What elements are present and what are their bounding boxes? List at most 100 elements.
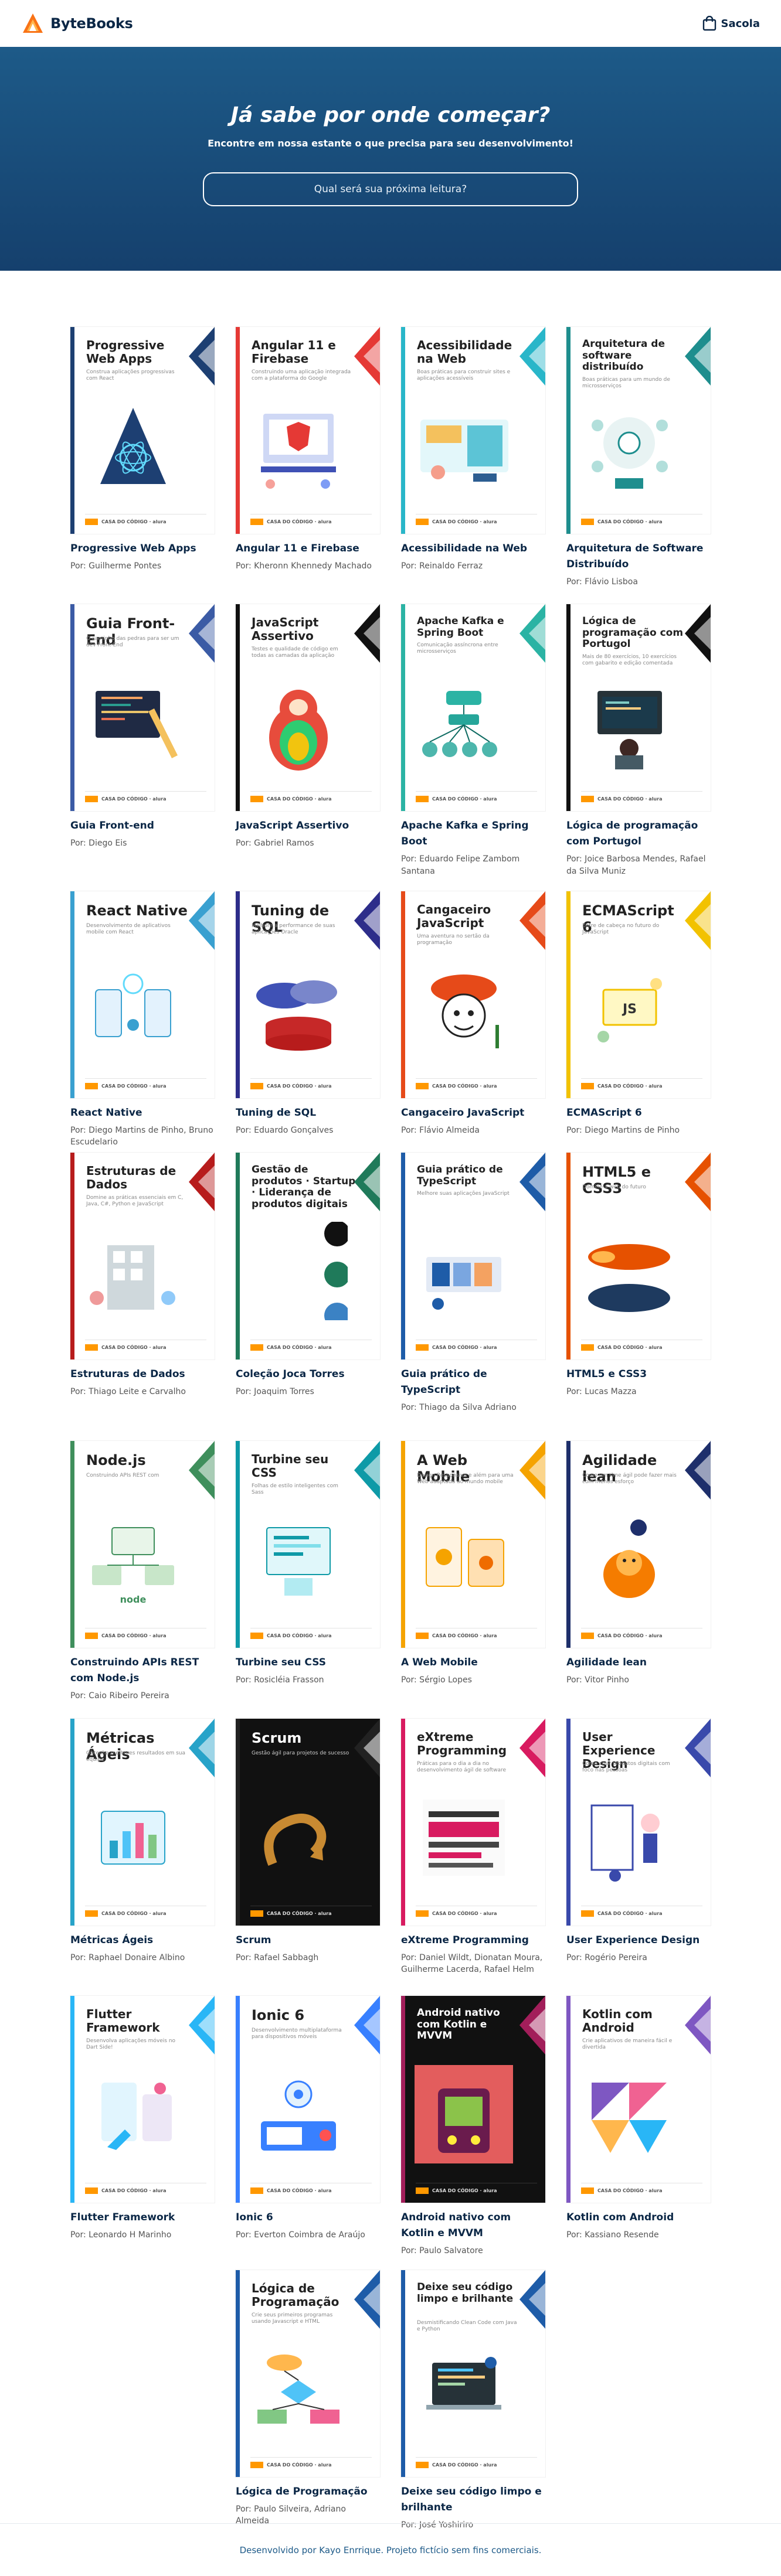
book-title[interactable]: Métricas Ágeis (70, 1933, 215, 1948)
cover-illustration (101, 1811, 165, 1865)
book-card[interactable]: Acessibilidade na Web Boas práticas para… (401, 327, 545, 604)
book-cover[interactable]: Turbine seu CSS Folhas de estilo intelig… (236, 1441, 380, 1648)
book-card[interactable]: Lógica de Programação Crie seus primeiro… (236, 2270, 380, 2546)
book-card[interactable]: Arquitetura de software distribuído Boas… (566, 327, 711, 604)
book-card[interactable]: Cangaceiro JavaScript Uma aventura no se… (401, 891, 545, 1153)
book-title[interactable]: Apache Kafka e Spring Boot (401, 818, 545, 850)
book-title[interactable]: ECMAScript 6 (566, 1105, 711, 1121)
book-card[interactable]: ECMAScript 6 Entre de cabeça no futuro d… (566, 891, 711, 1153)
cover-publisher: CASA DO CÓDIGO · alura (581, 1628, 702, 1640)
book-title[interactable]: Android nativo com Kotlin e MVVM (401, 2210, 545, 2241)
book-title[interactable]: Construindo APIs REST com Node.js (70, 1655, 215, 1686)
book-card[interactable]: Android nativo com Kotlin e MVVM CASA DO… (401, 1996, 545, 2270)
book-card[interactable]: Tuning de SQL Melhore a performance de s… (236, 891, 380, 1153)
book-card[interactable]: Lógica de programação com Portugol Mais … (566, 604, 711, 891)
book-card[interactable]: Agilidade lean Como um time ágil pode fa… (566, 1441, 711, 1719)
book-title[interactable]: Lógica de Programação (236, 2484, 380, 2500)
book-title[interactable]: Progressive Web Apps (70, 541, 215, 557)
book-cover[interactable]: Métricas Ágeis Obtenha melhores resultad… (70, 1719, 215, 1926)
book-title[interactable]: Lógica de programação com Portugol (566, 818, 711, 850)
book-card[interactable]: A Web Mobile Design Responsivo e além pa… (401, 1441, 545, 1719)
book-title[interactable]: Flutter Framework (70, 2210, 215, 2226)
book-title[interactable]: Coleção Joca Torres (236, 1367, 380, 1382)
book-title[interactable]: Scrum (236, 1933, 380, 1948)
book-card[interactable]: User Experience Design Como criar produt… (566, 1719, 711, 1996)
book-title[interactable]: HTML5 e CSS3 (566, 1367, 711, 1382)
book-card[interactable]: Métricas Ágeis Obtenha melhores resultad… (70, 1719, 215, 1996)
book-card[interactable]: React Native Desenvolvimento de aplicati… (70, 891, 215, 1153)
publisher-label: CASA DO CÓDIGO · alura (267, 1345, 332, 1350)
book-title[interactable]: Kotlin com Android (566, 2210, 711, 2226)
book-card[interactable]: Estruturas de Dados Domine as práticas e… (70, 1153, 215, 1441)
book-cover[interactable]: Cangaceiro JavaScript Uma aventura no se… (401, 891, 545, 1098)
book-card[interactable]: Flutter Framework Desenvolva aplicações … (70, 1996, 215, 2270)
book-card[interactable]: Guia prático de TypeScript Melhore suas … (401, 1153, 545, 1441)
book-card[interactable]: Angular 11 e Firebase Construindo uma ap… (236, 327, 380, 604)
book-card[interactable]: Deixe seu código limpo e brilhante Desmi… (401, 2270, 545, 2546)
book-cover[interactable]: Angular 11 e Firebase Construindo uma ap… (236, 327, 380, 534)
book-title[interactable]: A Web Mobile (401, 1655, 545, 1671)
book-title[interactable]: React Native (70, 1105, 215, 1121)
book-title[interactable]: Cangaceiro JavaScript (401, 1105, 545, 1121)
top-header: ByteBooks Sacola (0, 0, 781, 47)
book-cover[interactable]: Flutter Framework Desenvolva aplicações … (70, 1996, 215, 2203)
brand[interactable]: ByteBooks (21, 12, 133, 35)
book-card[interactable]: Kotlin com Android Crie aplicativos de m… (566, 1996, 711, 2270)
book-cover[interactable]: JavaScript Assertivo Testes e qualidade … (236, 604, 380, 811)
book-title[interactable]: Estruturas de Dados (70, 1367, 215, 1382)
book-cover[interactable]: ECMAScript 6 Entre de cabeça no futuro d… (566, 891, 711, 1098)
book-title[interactable]: Guia Front-end (70, 818, 215, 834)
book-cover[interactable]: HTML5 e CSS3 Domine a web do futuro CASA… (566, 1153, 711, 1359)
book-cover[interactable]: Lógica de programação com Portugol Mais … (566, 604, 711, 811)
book-cover[interactable]: Lógica de Programação Crie seus primeiro… (236, 2270, 380, 2477)
book-author: Por: Everton Coimbra de Araújo (236, 2230, 365, 2240)
book-cover[interactable]: Node.js Construindo APIs REST com node C… (70, 1441, 215, 1648)
book-cover[interactable]: Acessibilidade na Web Boas práticas para… (401, 327, 545, 534)
book-title[interactable]: User Experience Design (566, 1933, 711, 1948)
book-cover[interactable]: Estruturas de Dados Domine as práticas e… (70, 1153, 215, 1359)
book-title[interactable]: Acessibilidade na Web (401, 541, 545, 557)
search-input[interactable] (203, 172, 578, 206)
book-cover[interactable]: User Experience Design Como criar produt… (566, 1719, 711, 1926)
book-card[interactable]: Node.js Construindo APIs REST com node C… (70, 1441, 215, 1719)
book-cover[interactable]: Kotlin com Android Crie aplicativos de m… (566, 1996, 711, 2203)
book-cover[interactable]: A Web Mobile Design Responsivo e além pa… (401, 1441, 545, 1648)
book-title[interactable]: Arquitetura de Software Distribuído (566, 541, 711, 573)
book-card[interactable]: Apache Kafka e Spring Boot Comunicação a… (401, 604, 545, 891)
book-cover[interactable]: Ionic 6 Desenvolvimento multiplataforma … (236, 1996, 380, 2203)
book-title[interactable]: Deixe seu código limpo e brilhante (401, 2484, 545, 2516)
book-cover[interactable]: Agilidade lean Como um time ágil pode fa… (566, 1441, 711, 1648)
book-cover[interactable]: Arquitetura de software distribuído Boas… (566, 327, 711, 534)
book-title[interactable]: Angular 11 e Firebase (236, 541, 380, 557)
book-title[interactable]: Ionic 6 (236, 2210, 380, 2226)
cover-subtitle: Melhore a performance de suas aplicações… (252, 922, 335, 935)
book-card[interactable]: Ionic 6 Desenvolvimento multiplataforma … (236, 1996, 380, 2270)
book-cover[interactable]: Guia prático de TypeScript Melhore suas … (401, 1153, 545, 1359)
book-cover[interactable]: Apache Kafka e Spring Boot Comunicação a… (401, 604, 545, 811)
book-cover[interactable]: Android nativo com Kotlin e MVVM CASA DO… (401, 1996, 545, 2203)
bag-button[interactable]: Sacola (702, 16, 760, 31)
book-title[interactable]: Guia prático de TypeScript (401, 1367, 545, 1398)
book-cover[interactable]: React Native Desenvolvimento de aplicati… (70, 891, 215, 1098)
book-title[interactable]: JavaScript Assertivo (236, 818, 380, 834)
book-title[interactable]: eXtreme Programming (401, 1933, 545, 1948)
book-cover[interactable]: Guia Front-End O caminho das pedras para… (70, 604, 215, 811)
book-card[interactable]: Turbine seu CSS Folhas de estilo intelig… (236, 1441, 380, 1719)
book-cover[interactable]: Deixe seu código limpo e brilhante Desmi… (401, 2270, 545, 2477)
book-cover[interactable]: Progressive Web Apps Construa aplicações… (70, 327, 215, 534)
book-card[interactable]: Scrum Gestão ágil para projetos de suces… (236, 1719, 380, 1996)
book-cover[interactable]: Gestão de produtos · Startup · Liderança… (236, 1153, 380, 1359)
book-title[interactable]: Tuning de SQL (236, 1105, 380, 1121)
book-cover[interactable]: Tuning de SQL Melhore a performance de s… (236, 891, 380, 1098)
book-card[interactable]: HTML5 e CSS3 Domine a web do futuro CASA… (566, 1153, 711, 1441)
book-card[interactable]: Progressive Web Apps Construa aplicações… (70, 327, 215, 604)
book-cover[interactable]: Scrum Gestão ágil para projetos de suces… (236, 1719, 380, 1926)
book-card[interactable]: JavaScript Assertivo Testes e qualidade … (236, 604, 380, 891)
book-card[interactable]: Guia Front-End O caminho das pedras para… (70, 604, 215, 891)
cover-subtitle: Desenvolvimento multiplataforma para dis… (252, 2027, 342, 2040)
book-card[interactable]: Gestão de produtos · Startup · Liderança… (236, 1153, 380, 1441)
book-cover[interactable]: eXtreme Programming Práticas para o dia … (401, 1719, 545, 1926)
book-card[interactable]: eXtreme Programming Práticas para o dia … (401, 1719, 545, 1996)
book-title[interactable]: Turbine seu CSS (236, 1655, 380, 1671)
book-title[interactable]: Agilidade lean (566, 1655, 711, 1671)
